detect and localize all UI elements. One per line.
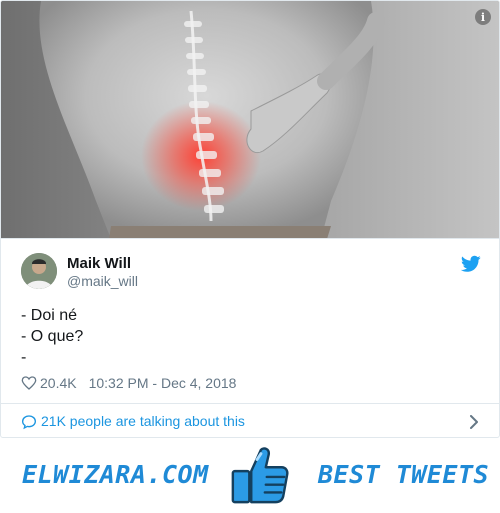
best-tweets-text: BEST TWEETS [318, 460, 490, 489]
tweet-meta: 20.4K 10:32 PM - Dec 4, 2018 [21, 375, 236, 391]
timestamp[interactable]: 10:32 PM - Dec 4, 2018 [89, 375, 237, 391]
tweet-media[interactable]: i [1, 1, 499, 239]
tweet-card: i Maik Will @maik_will - Doi né - O que?… [0, 0, 500, 438]
footer-banner: ELWIZARA.COM BEST TWEETS [0, 438, 500, 513]
heart-icon[interactable] [21, 375, 37, 391]
tweet-line: - Doi né [21, 307, 78, 324]
talking-row[interactable]: 21K people are talking about this [1, 404, 499, 437]
back-pain-photo [1, 1, 499, 238]
thumbs-up-icon [231, 447, 289, 504]
tweet-line: - [21, 349, 27, 366]
avatar-image [21, 253, 57, 289]
tweet-line: - O que? [21, 328, 84, 345]
talking-link[interactable]: 21K people are talking about this [41, 413, 245, 429]
speech-bubble-icon [21, 415, 37, 430]
twitter-bird-icon[interactable] [461, 255, 481, 273]
avatar[interactable] [21, 253, 57, 289]
author-handle[interactable]: @maik_will [67, 273, 138, 289]
author-name[interactable]: Maik Will [67, 255, 131, 272]
info-icon[interactable]: i [475, 9, 491, 25]
like-count[interactable]: 20.4K [40, 375, 77, 391]
tweet-header: Maik Will @maik_will [21, 253, 481, 293]
tweet-text: - Doi né - O que? - [21, 305, 83, 368]
brand-text: ELWIZARA.COM [22, 460, 209, 489]
chevron-right-icon[interactable] [469, 415, 479, 429]
